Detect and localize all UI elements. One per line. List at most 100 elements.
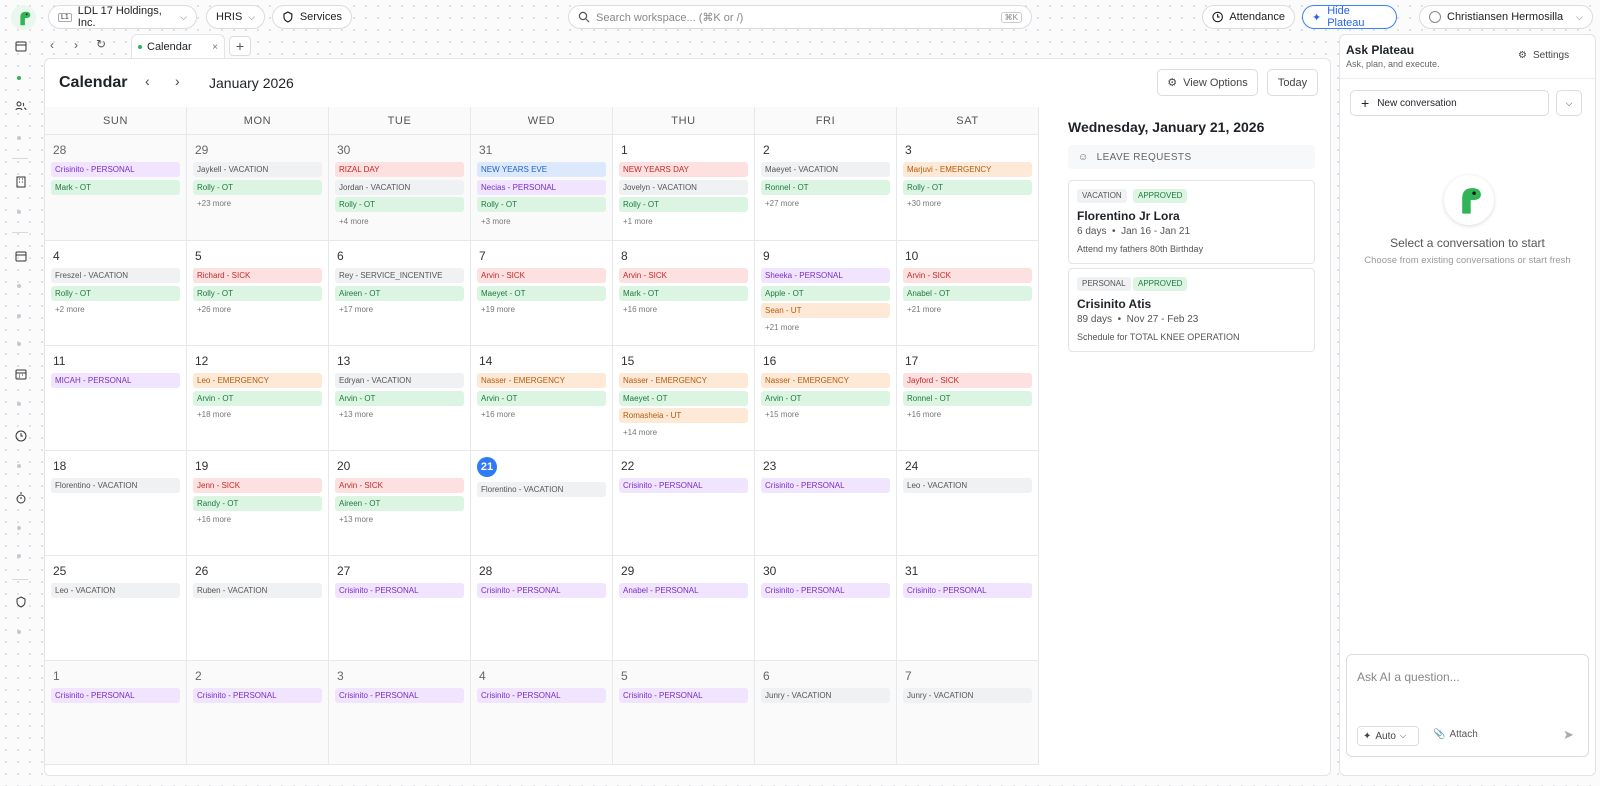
calendar-event[interactable]: RIZAL DAY: [335, 162, 464, 177]
calendar-day-cell[interactable]: 11 MICAH - PERSONAL: [45, 346, 187, 451]
calendar-day-cell[interactable]: 28 Crisinito - PERSONAL: [471, 556, 613, 661]
clock-icon[interactable]: [13, 428, 29, 444]
calendar-event[interactable]: Crisinito - PERSONAL: [51, 688, 180, 703]
calendar-event[interactable]: Marjuvi - EMERGENCY: [903, 162, 1032, 177]
more-events-link[interactable]: +16 more: [623, 305, 657, 314]
calendar-event[interactable]: Maeyet - OT: [477, 285, 606, 301]
calendar-day-cell[interactable]: 5 Richard - SICK Rolly - OT +26 more: [187, 241, 329, 346]
calendar-event[interactable]: Crisinito - PERSONAL: [193, 688, 322, 703]
building-icon[interactable]: [13, 174, 29, 190]
calendar-event[interactable]: Arvin - OT: [335, 390, 464, 406]
calendar-day-cell[interactable]: 22 Crisinito - PERSONAL: [613, 451, 755, 556]
more-events-link[interactable]: +4 more: [339, 217, 369, 226]
calendar-event[interactable]: Nasser - EMERGENCY: [619, 373, 748, 388]
calendar-day-cell[interactable]: 2 Maeyet - VACATION Ronnel - OT +27 more: [755, 135, 897, 241]
more-events-link[interactable]: +16 more: [197, 515, 231, 524]
more-events-link[interactable]: +17 more: [339, 305, 373, 314]
calendar-event[interactable]: Junry - VACATION: [761, 688, 890, 703]
attach-button[interactable]: 📎 Attach: [1433, 729, 1478, 740]
calendar-day-cell[interactable]: 8 Arvin - SICK Mark - OT +16 more: [613, 241, 755, 346]
calendar-event[interactable]: Ronnel - OT: [761, 179, 890, 195]
calendar-event[interactable]: Rolly - OT: [193, 285, 322, 301]
calendar-event[interactable]: Edryan - VACATION: [335, 373, 464, 388]
more-events-link[interactable]: +3 more: [481, 217, 511, 226]
calendar-day-cell[interactable]: 3 Crisinito - PERSONAL: [329, 661, 471, 765]
leave-request-card[interactable]: VACATION APPROVED Florentino Jr Lora 6 d…: [1068, 180, 1315, 264]
user-menu[interactable]: Christiansen Hermosilla ⌵: [1419, 5, 1593, 29]
calendar-day-cell[interactable]: 29 Jaykell - VACATION Rolly - OT +23 more: [187, 135, 329, 241]
calendar-event[interactable]: Necias - PERSONAL: [477, 179, 606, 195]
calendar-day-cell[interactable]: 26 Ruben - VACATION: [187, 556, 329, 661]
calendar-event[interactable]: Mark - OT: [51, 179, 180, 195]
send-icon[interactable]: ➤: [1563, 727, 1574, 743]
more-events-link[interactable]: +19 more: [481, 305, 515, 314]
calendar-day-cell[interactable]: 20 Arvin - SICK Aireen - OT +13 more: [329, 451, 471, 556]
calendar-day-cell[interactable]: 2 Crisinito - PERSONAL: [187, 661, 329, 765]
calendar-event[interactable]: Jordan - VACATION: [335, 179, 464, 195]
tab-calendar[interactable]: Calendar ×: [131, 34, 225, 59]
calendar-event[interactable]: Florentino - VACATION: [51, 478, 180, 493]
calendar-event[interactable]: Crisinito - PERSONAL: [619, 478, 748, 493]
more-events-link[interactable]: +30 more: [907, 199, 941, 208]
calendar-day-cell[interactable]: 19 Jenn - SICK Randy - OT +16 more: [187, 451, 329, 556]
calendar-event[interactable]: Arvin - SICK: [335, 478, 464, 493]
calendar-day-cell[interactable]: 25 Leo - VACATION: [45, 556, 187, 661]
calendar-day-cell[interactable]: 1 Crisinito - PERSONAL: [45, 661, 187, 765]
calendar-day-cell[interactable]: 28 Crisinito - PERSONAL Mark - OT: [45, 135, 187, 241]
calendar-day-cell[interactable]: 12 Leo - EMERGENCY Arvin - OT +18 more: [187, 346, 329, 451]
calendar-event[interactable]: Rolly - OT: [193, 179, 322, 195]
company-selector[interactable]: L1 LDL 17 Holdings, Inc. ⌵: [48, 5, 197, 29]
calendar-day-cell[interactable]: 27 Crisinito - PERSONAL: [329, 556, 471, 661]
calendar-event[interactable]: Arvin - SICK: [619, 268, 748, 283]
calendar-event[interactable]: Rolly - OT: [51, 285, 180, 301]
calendar-icon[interactable]: [13, 38, 29, 54]
new-tab-button[interactable]: +: [229, 36, 251, 56]
search-input[interactable]: Search workspace... (⌘K or /) ⌘K: [568, 5, 1032, 29]
calendar-grid-icon[interactable]: [13, 366, 29, 382]
calendar-event[interactable]: NEW YEARS DAY: [619, 162, 748, 177]
calendar-event[interactable]: Aireen - OT: [335, 495, 464, 511]
more-events-link[interactable]: +13 more: [339, 410, 373, 419]
more-events-link[interactable]: +2 more: [55, 305, 85, 314]
calendar-day-cell[interactable]: 1 NEW YEARS DAY Jovelyn - VACATION Rolly - …: [613, 135, 755, 241]
calendar-event[interactable]: NEW YEARS EVE: [477, 162, 606, 177]
calendar-day-cell[interactable]: 30 Crisinito - PERSONAL: [755, 556, 897, 661]
calendar-event[interactable]: Ruben - VACATION: [193, 583, 322, 598]
calendar-event[interactable]: Arvin - OT: [761, 390, 890, 406]
calendar-event[interactable]: Sheeka - PERSONAL: [761, 268, 890, 283]
attendance-button[interactable]: Attendance: [1202, 5, 1295, 29]
calendar-day-cell[interactable]: 21 Florentino - VACATION: [471, 451, 613, 556]
more-events-link[interactable]: +21 more: [907, 305, 941, 314]
calendar-event[interactable]: Crisinito - PERSONAL: [335, 583, 464, 598]
calendar-day-cell[interactable]: 23 Crisinito - PERSONAL: [755, 451, 897, 556]
more-events-link[interactable]: +16 more: [481, 410, 515, 419]
calendar-event[interactable]: Apple - OT: [761, 285, 890, 301]
more-events-link[interactable]: +15 more: [765, 410, 799, 419]
calendar-event[interactable]: Crisinito - PERSONAL: [477, 583, 606, 598]
conversation-dropdown-button[interactable]: ⌵: [1556, 90, 1582, 116]
calendar-event[interactable]: Anabel - PERSONAL: [619, 583, 748, 598]
more-events-link[interactable]: +26 more: [197, 305, 231, 314]
schedule-icon[interactable]: [13, 248, 29, 264]
more-events-link[interactable]: +1 more: [623, 217, 653, 226]
calendar-day-cell[interactable]: 7 Junry - VACATION: [897, 661, 1039, 765]
calendar-event[interactable]: Randy - OT: [193, 495, 322, 511]
calendar-day-cell[interactable]: 18 Florentino - VACATION: [45, 451, 187, 556]
calendar-event[interactable]: Leo - VACATION: [903, 478, 1032, 493]
shield-icon[interactable]: [13, 594, 29, 610]
more-events-link[interactable]: +13 more: [339, 515, 373, 524]
calendar-day-cell[interactable]: 16 Nasser - EMERGENCY Arvin - OT +15 more: [755, 346, 897, 451]
calendar-event[interactable]: Rolly - OT: [477, 197, 606, 212]
calendar-event[interactable]: Jovelyn - VACATION: [619, 179, 748, 195]
calendar-event[interactable]: Rolly - OT: [335, 197, 464, 212]
calendar-day-cell[interactable]: 3 Marjuvi - EMERGENCY Rolly - OT +30 more: [897, 135, 1039, 241]
calendar-event[interactable]: Maeyet - VACATION: [761, 162, 890, 177]
calendar-day-cell[interactable]: 31 NEW YEARS EVE Necias - PERSONAL Rolly - …: [471, 135, 613, 241]
view-options-button[interactable]: ⚙ View Options: [1157, 69, 1258, 96]
chat-input[interactable]: Ask AI a question...: [1357, 670, 1460, 684]
calendar-event[interactable]: Leo - EMERGENCY: [193, 373, 322, 388]
mode-selector[interactable]: ✦ Auto ⌵: [1357, 726, 1419, 746]
calendar-event[interactable]: Arvin - OT: [193, 390, 322, 406]
calendar-day-cell[interactable]: 6 Junry - VACATION: [755, 661, 897, 765]
calendar-day-cell[interactable]: 24 Leo - VACATION: [897, 451, 1039, 556]
